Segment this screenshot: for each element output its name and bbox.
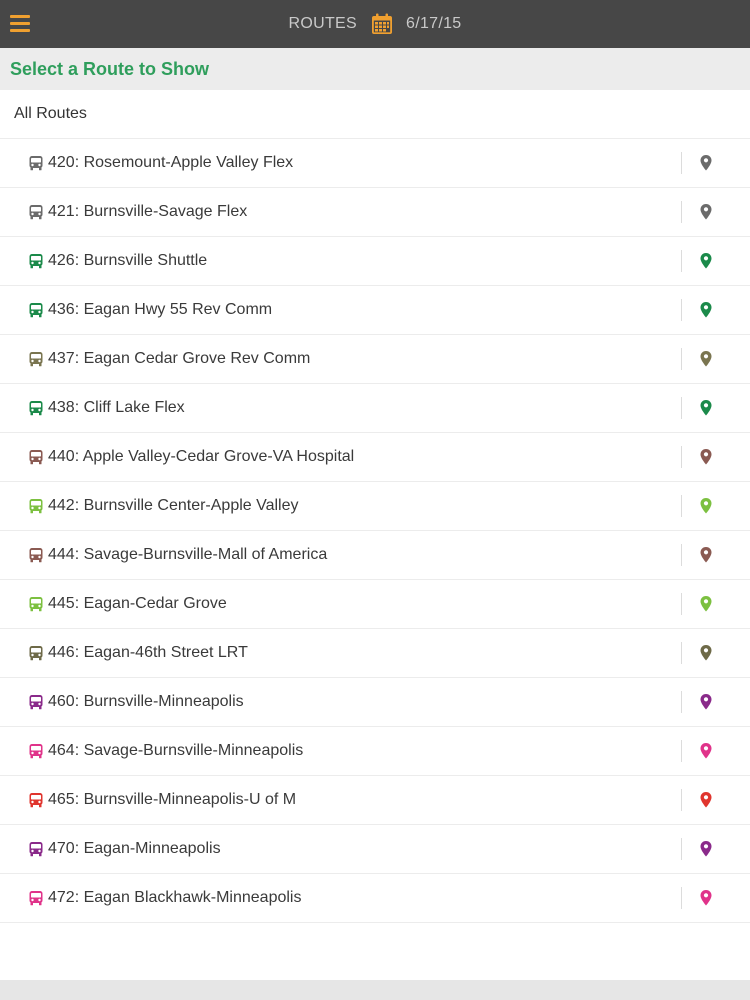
route-label: 426: Burnsville Shuttle: [48, 252, 208, 269]
map-pin-icon[interactable]: [699, 595, 713, 613]
bus-icon: [29, 450, 43, 465]
bus-icon: [29, 646, 43, 661]
row-divider: [681, 201, 682, 223]
row-divider: [681, 250, 682, 272]
page-title: ROUTES: [288, 15, 357, 32]
route-list-item[interactable]: 438: Cliff Lake Flex: [0, 384, 750, 433]
route-label: 421: Burnsville-Savage Flex: [48, 203, 248, 220]
route-list-item[interactable]: 470: Eagan-Minneapolis: [0, 825, 750, 874]
route-list-item[interactable]: 420: Rosemount-Apple Valley Flex: [0, 139, 750, 188]
bus-icon: [29, 744, 43, 759]
route-list-item[interactable]: 465: Burnsville-Minneapolis-U of M: [0, 776, 750, 825]
row-divider: [681, 838, 682, 860]
bus-icon: [29, 793, 43, 808]
bus-icon: [29, 499, 43, 514]
route-list-item[interactable]: 421: Burnsville-Savage Flex: [0, 188, 750, 237]
row-divider: [681, 397, 682, 419]
route-label: 437: Eagan Cedar Grove Rev Comm: [48, 350, 311, 367]
section-title: Select a Route to Show: [10, 58, 210, 79]
bus-icon: [29, 401, 43, 416]
row-divider: [681, 789, 682, 811]
date-display[interactable]: 6/17/15: [406, 15, 461, 33]
bus-icon: [29, 303, 43, 318]
map-pin-icon[interactable]: [699, 154, 713, 172]
row-divider: [681, 642, 682, 664]
bus-icon: [29, 597, 43, 612]
route-label: 460: Burnsville-Minneapolis: [48, 693, 244, 710]
map-pin-icon[interactable]: [699, 791, 713, 809]
map-pin-icon[interactable]: [699, 350, 713, 368]
bus-icon: [29, 842, 43, 857]
route-label: 446: Eagan-46th Street LRT: [48, 644, 248, 661]
route-list-item[interactable]: 445: Eagan-Cedar Grove: [0, 580, 750, 629]
route-label: 442: Burnsville Center-Apple Valley: [48, 497, 299, 514]
route-label: 465: Burnsville-Minneapolis-U of M: [48, 791, 297, 808]
row-divider: [681, 593, 682, 615]
route-list-item[interactable]: 460: Burnsville-Minneapolis: [0, 678, 750, 727]
header-center: ROUTES 6/17/15: [0, 0, 750, 48]
map-pin-icon[interactable]: [699, 644, 713, 662]
route-label: 444: Savage-Burnsville-Mall of America: [48, 546, 328, 563]
route-label: 464: Savage-Burnsville-Minneapolis: [48, 742, 304, 759]
route-label: 438: Cliff Lake Flex: [48, 399, 185, 416]
route-label: 445: Eagan-Cedar Grove: [48, 595, 227, 612]
route-list-item[interactable]: 442: Burnsville Center-Apple Valley: [0, 482, 750, 531]
row-divider: [681, 544, 682, 566]
route-list-item[interactable]: 436: Eagan Hwy 55 Rev Comm: [0, 286, 750, 335]
route-list-item[interactable]: 440: Apple Valley-Cedar Grove-VA Hospita…: [0, 433, 750, 482]
bus-icon: [29, 205, 43, 220]
route-label: 472: Eagan Blackhawk-Minneapolis: [48, 889, 302, 906]
route-label: 420: Rosemount-Apple Valley Flex: [48, 154, 294, 171]
row-divider: [681, 152, 682, 174]
map-pin-icon[interactable]: [699, 399, 713, 417]
section-header: Select a Route to Show: [0, 48, 750, 90]
route-list-item[interactable]: 472: Eagan Blackhawk-Minneapolis: [0, 874, 750, 923]
row-divider: [681, 446, 682, 468]
map-pin-icon[interactable]: [699, 203, 713, 221]
route-list-item[interactable]: 446: Eagan-46th Street LRT: [0, 629, 750, 678]
bus-icon: [29, 352, 43, 367]
map-pin-icon[interactable]: [699, 742, 713, 760]
map-pin-icon[interactable]: [699, 252, 713, 270]
map-pin-icon[interactable]: [699, 448, 713, 466]
map-pin-icon[interactable]: [699, 840, 713, 858]
bus-icon: [29, 156, 43, 171]
bus-icon: [29, 695, 43, 710]
bus-icon: [29, 254, 43, 269]
map-pin-icon[interactable]: [699, 546, 713, 564]
map-pin-icon[interactable]: [699, 301, 713, 319]
calendar-icon[interactable]: [371, 13, 393, 35]
row-divider: [681, 740, 682, 762]
route-label: 436: Eagan Hwy 55 Rev Comm: [48, 301, 273, 318]
row-divider: [681, 691, 682, 713]
route-list-item[interactable]: 464: Savage-Burnsville-Minneapolis: [0, 727, 750, 776]
row-divider: [681, 348, 682, 370]
bus-icon: [29, 891, 43, 906]
route-label: 440: Apple Valley-Cedar Grove-VA Hospita…: [48, 448, 355, 465]
map-pin-icon[interactable]: [699, 693, 713, 711]
map-pin-icon[interactable]: [699, 889, 713, 907]
route-list-item[interactable]: 444: Savage-Burnsville-Mall of America: [0, 531, 750, 580]
all-routes-label: All Routes: [14, 105, 87, 122]
route-list: All Routes 420: Rosemount-Apple Valley F…: [0, 90, 750, 980]
bus-icon: [29, 548, 43, 563]
app-header: ROUTES 6/17/15: [0, 0, 750, 48]
route-label: 470: Eagan-Minneapolis: [48, 840, 221, 857]
footer-bar: [0, 980, 750, 1000]
route-list-item[interactable]: 437: Eagan Cedar Grove Rev Comm: [0, 335, 750, 384]
route-list-item[interactable]: 426: Burnsville Shuttle: [0, 237, 750, 286]
all-routes-item[interactable]: All Routes: [0, 90, 750, 139]
row-divider: [681, 495, 682, 517]
row-divider: [681, 299, 682, 321]
map-pin-icon[interactable]: [699, 497, 713, 515]
row-divider: [681, 887, 682, 909]
